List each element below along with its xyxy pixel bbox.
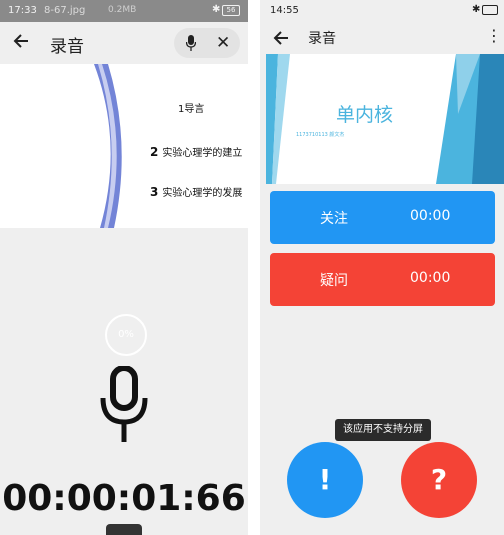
slide-item-3: 3 实验心理学的发展 (150, 185, 243, 199)
toast-partial (106, 524, 142, 535)
question-button-label: 疑问 (320, 273, 348, 289)
right-slide-preview: 单内核 1173710113 颜文杰 (266, 54, 504, 184)
right-phone-screen: 14:55 ✱ 录音 ⋮ 单内核 1173710113 颜文杰 关注 00:00… (260, 0, 504, 535)
more-options-icon[interactable]: ⋮ (486, 26, 502, 45)
back-arrow-icon[interactable] (10, 30, 32, 52)
page-title: 录音 (50, 37, 84, 57)
left-slide-preview: 1导言 2 实验心理学的建立 3 实验心理学的发展 (0, 64, 248, 228)
recording-timer: 00:00:01:66 (2, 478, 246, 519)
status-file-name: 8-67.jpg (44, 5, 86, 16)
slide-item-1: 1导言 (178, 104, 205, 115)
follow-fab-button[interactable]: ! (287, 442, 363, 518)
question-button[interactable]: 疑问 00:00 (270, 253, 495, 306)
left-phone-screen: 17:33 8-67.jpg 0.2MB ✱ 56 录音 ✕ 1导言 2 实验心理… (0, 0, 248, 535)
right-status-bar: 14:55 ✱ (260, 0, 504, 22)
microphone-icon[interactable] (186, 35, 196, 51)
close-icon[interactable]: ✕ (216, 33, 230, 53)
question-fab-button[interactable]: ? (401, 442, 477, 518)
split-screen-toast: 该应用不支持分屏 (335, 419, 431, 441)
bluetooth-icon: ✱ (212, 4, 221, 15)
right-app-bar: 录音 ⋮ (260, 22, 504, 54)
status-time: 14:55 (270, 5, 299, 16)
follow-button-time: 00:00 (410, 208, 451, 224)
back-arrow-icon[interactable] (270, 27, 292, 49)
slide-title: 单内核 (336, 104, 394, 126)
slide-subtitle: 1173710113 颜文杰 (296, 132, 345, 138)
battery-icon (482, 5, 498, 15)
split-divider (248, 0, 260, 535)
follow-button-label: 关注 (320, 211, 348, 227)
left-status-bar: 17:33 8-67.jpg 0.2MB ✱ 56 (0, 0, 248, 22)
large-microphone-icon[interactable] (100, 366, 148, 442)
follow-button[interactable]: 关注 00:00 (270, 191, 495, 244)
battery-icon: 56 (222, 5, 240, 16)
slide-item-2: 2 实验心理学的建立 (150, 145, 243, 159)
record-level-ring: 0% (105, 314, 147, 356)
left-app-bar: 录音 ✕ (0, 22, 248, 64)
status-file-size: 0.2MB (108, 5, 137, 15)
status-time: 17:33 (8, 5, 37, 16)
bluetooth-icon: ✱ (472, 4, 481, 15)
page-title: 录音 (308, 31, 336, 47)
question-button-time: 00:00 (410, 270, 451, 286)
